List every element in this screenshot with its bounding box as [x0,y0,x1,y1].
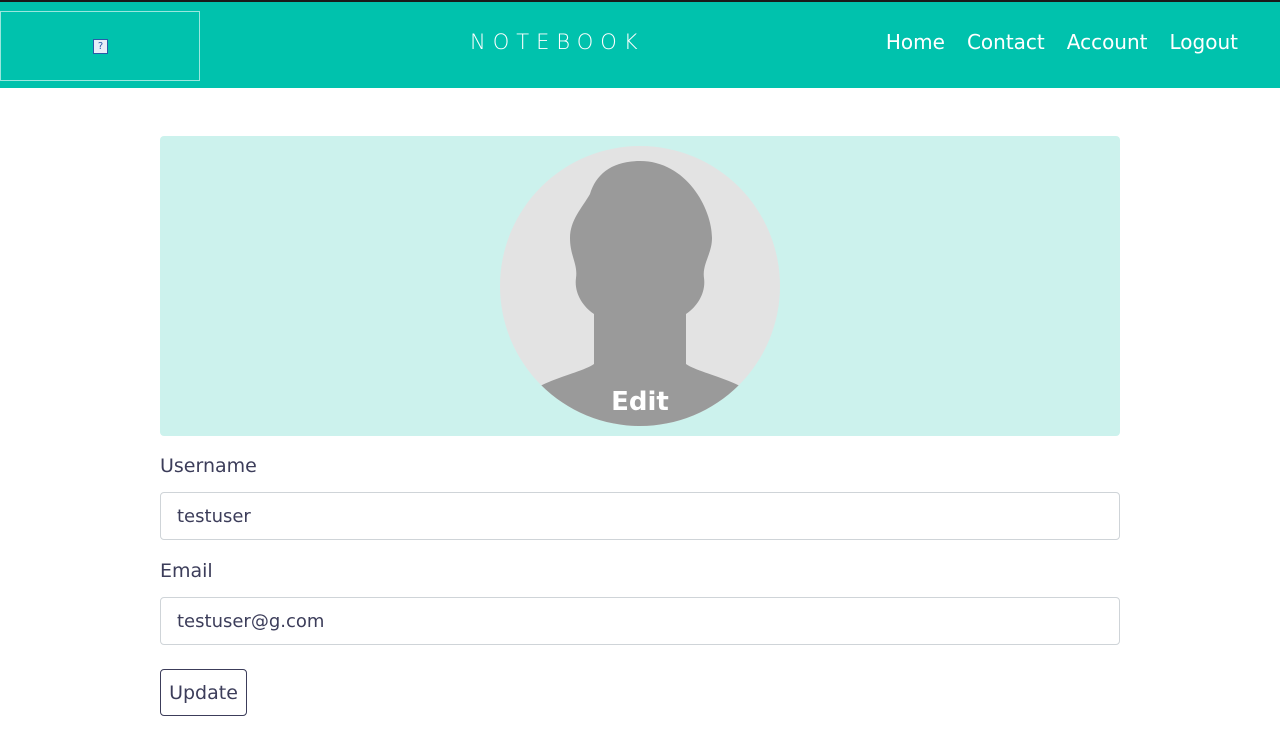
navbar: ? NOTEBOOK Home Contact Account Logout [0,0,1280,88]
avatar-edit-button[interactable]: Edit [500,387,780,417]
nav-links: Home Contact Account Logout [886,30,1238,54]
brand-title: NOTEBOOK [470,30,645,54]
profile-picture-card: Edit [160,136,1120,436]
avatar-silhouette-icon [540,161,740,426]
nav-link-account[interactable]: Account [1067,30,1148,54]
nav-link-logout[interactable]: Logout [1170,30,1238,54]
nav-link-home[interactable]: Home [886,30,945,54]
broken-image-icon: ? [93,39,108,54]
email-label: Email [160,560,213,582]
email-input[interactable] [160,597,1120,645]
update-button[interactable]: Update [160,669,247,716]
username-input[interactable] [160,492,1120,540]
username-label: Username [160,455,257,477]
nav-link-contact[interactable]: Contact [967,30,1045,54]
avatar[interactable]: Edit [500,146,780,426]
logo-link[interactable]: ? [0,11,200,81]
